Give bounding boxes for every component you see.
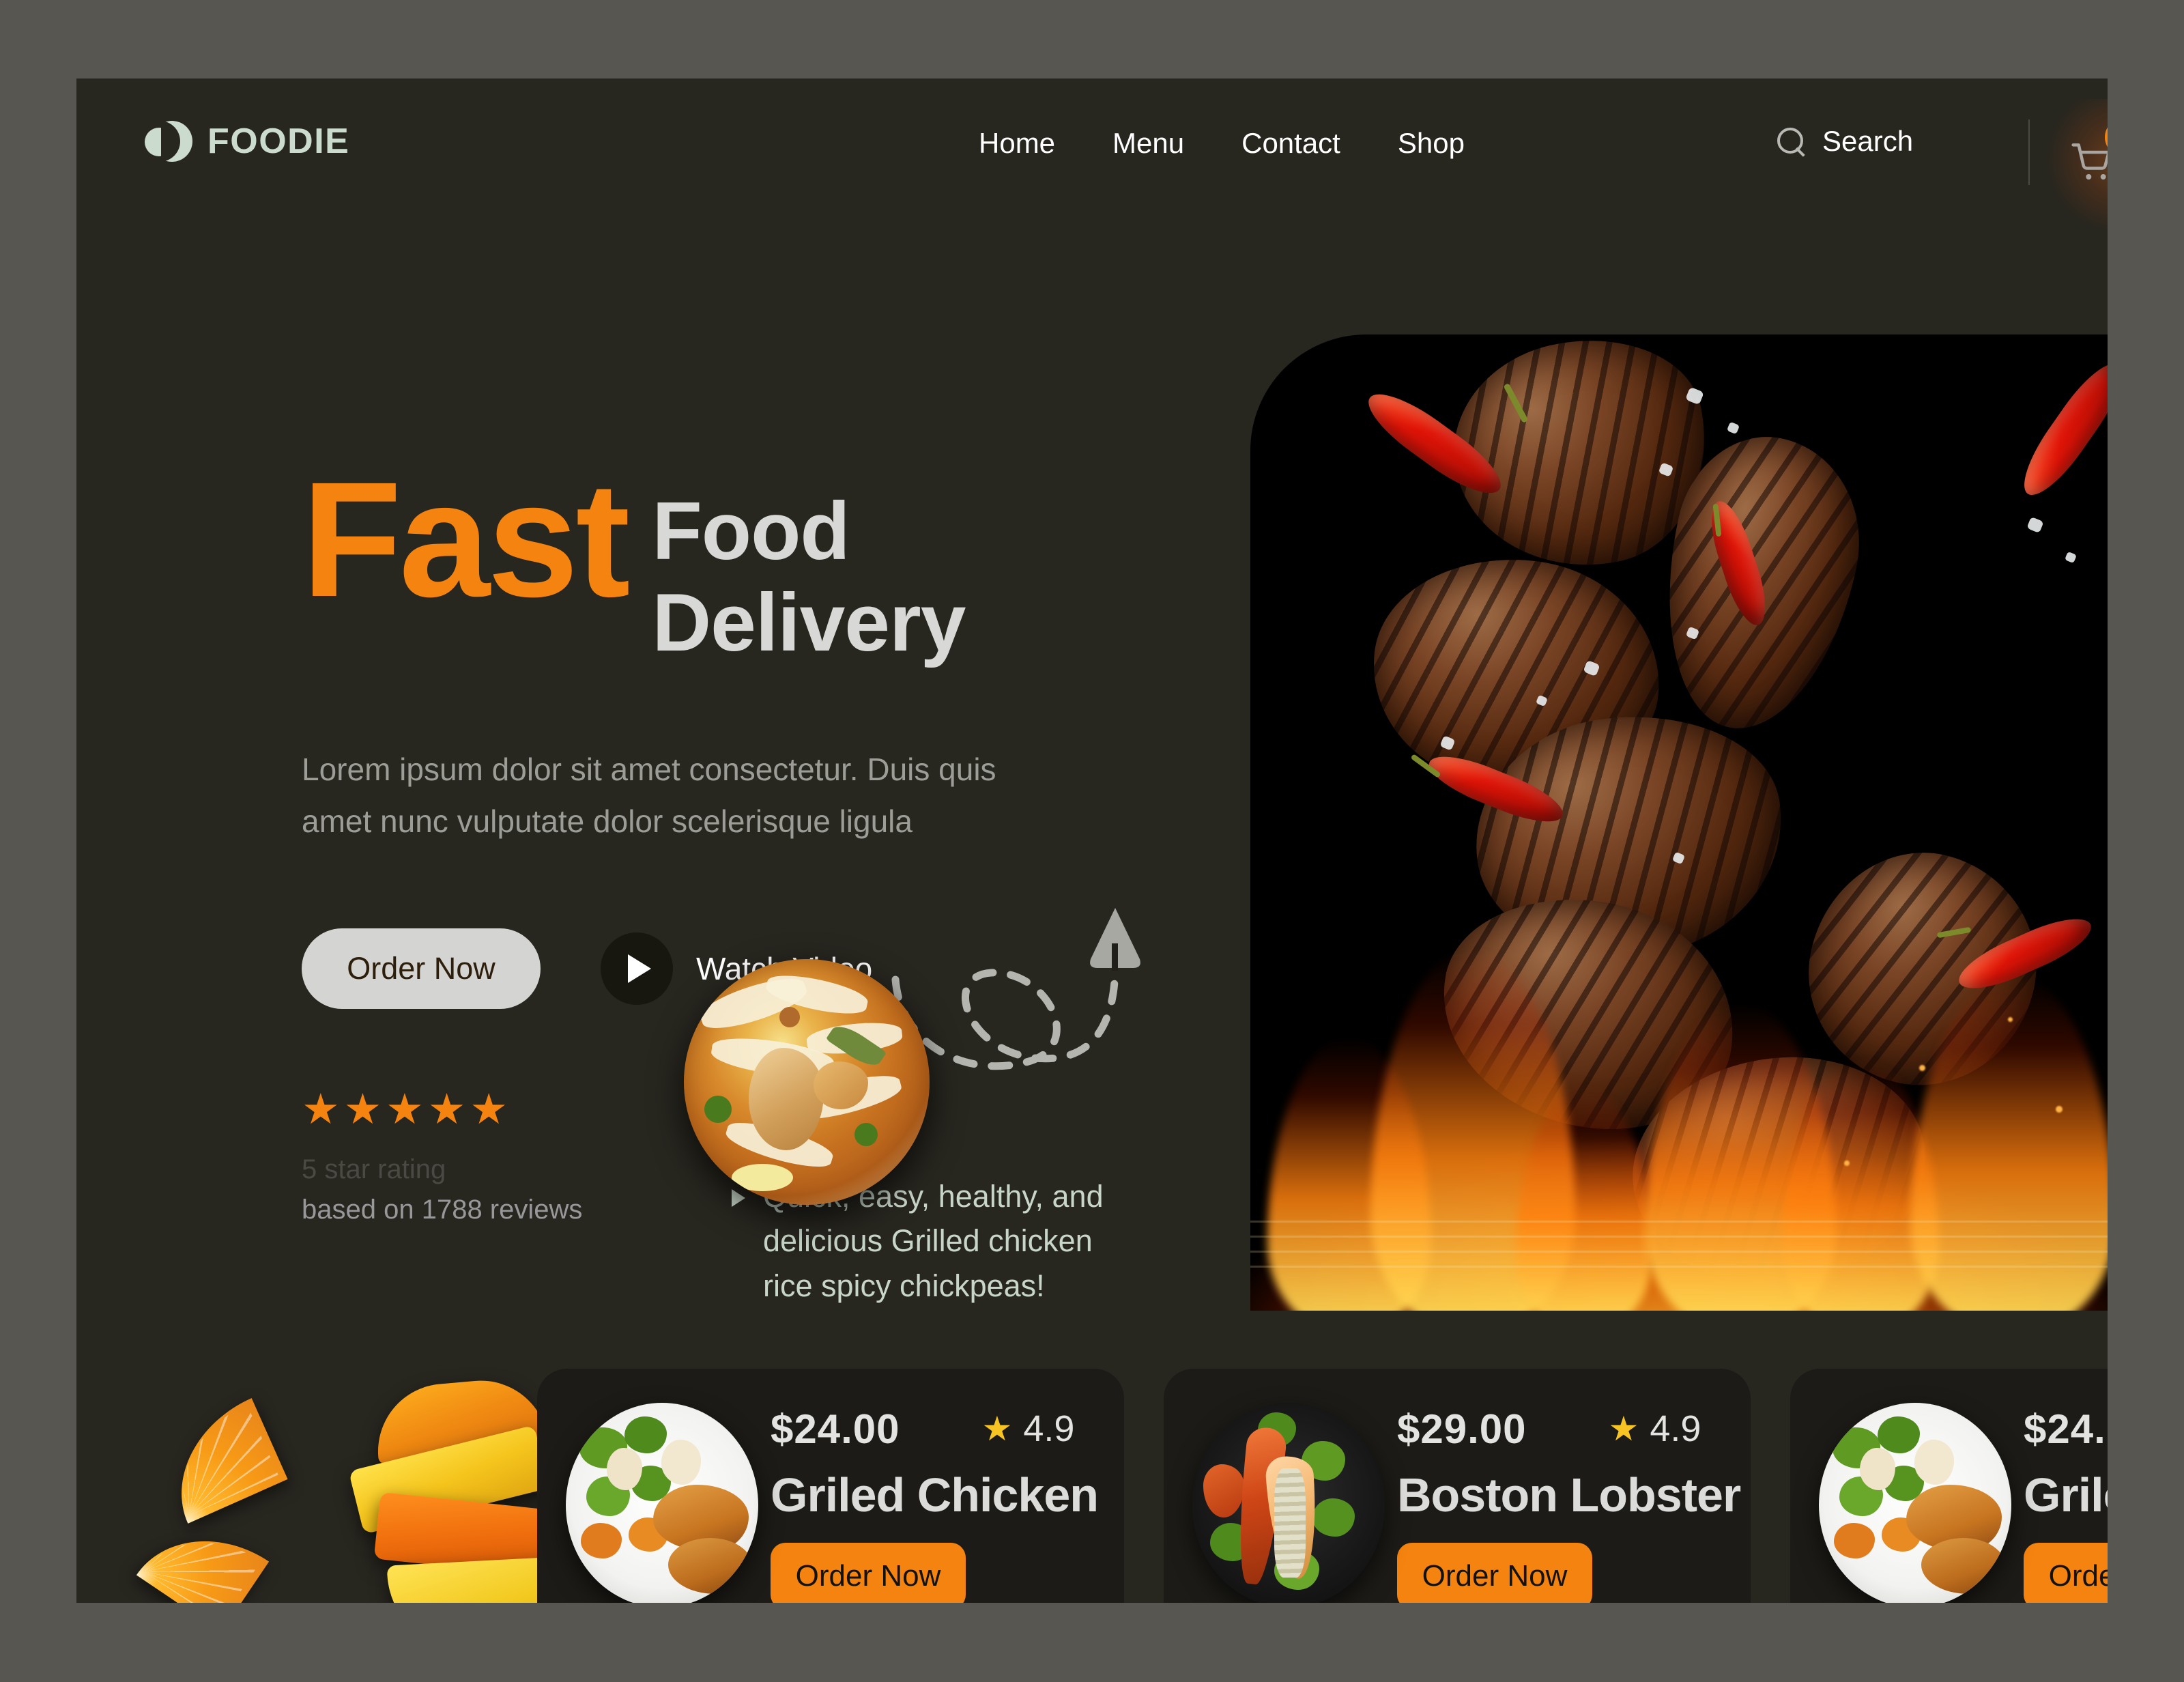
biryani-bowl-image [684, 959, 930, 1205]
product-price: $24.00 [771, 1406, 900, 1452]
star-icon: ★ [981, 1410, 1013, 1448]
brand-name: FOODIE [207, 122, 350, 161]
rating-block: ★★★★★ 5 star rating based on 1788 review… [302, 1089, 582, 1225]
brand-logo[interactable]: FOODIE [145, 121, 349, 162]
nav-item-home[interactable]: Home [950, 125, 1084, 162]
product-image [1819, 1403, 2011, 1603]
product-image [1192, 1403, 1385, 1603]
search-label: Search [1822, 125, 1914, 157]
product-image [566, 1403, 758, 1603]
site-header: FOODIE Home Menu Contact Shop Search 2 [76, 79, 2108, 236]
rating-stars: ★★★★★ [302, 1086, 512, 1133]
product-price: $24.00 [2024, 1406, 2108, 1452]
header-divider [2028, 119, 2030, 185]
product-card[interactable]: $29.00 ★ 4.9 Boston Lobster Order Now [1164, 1369, 1751, 1603]
title-rest: Food Delivery [652, 485, 966, 669]
circle-crescent-icon [145, 121, 192, 162]
nav-item-shop[interactable]: Shop [1369, 125, 1493, 162]
hero-content: Fast Food Delivery Lorem ipsum dolor sit a… [302, 448, 1203, 1009]
product-card-list: $24.00 ★ 4.9 Griled Chicken Order Now $2… [537, 1369, 2108, 1603]
title-accent-word: Fast [302, 448, 630, 631]
landing-page: FOODIE Home Menu Contact Shop Search 2 [76, 79, 2108, 1603]
product-order-button[interactable]: Order Now [1397, 1542, 1592, 1603]
product-order-button[interactable]: Order Now [771, 1542, 966, 1603]
product-card[interactable]: $24.00 ★ 4.9 Griled C Order Now [1790, 1369, 2108, 1603]
citrus-decoration-image [136, 1355, 588, 1603]
order-now-button[interactable]: Order Now [302, 928, 541, 1009]
play-icon [601, 932, 673, 1005]
product-price: $29.00 [1397, 1406, 1527, 1452]
hero-lead-text: Lorem ipsum dolor sit amet consectetur. … [302, 751, 996, 839]
nav-item-menu[interactable]: Menu [1084, 125, 1213, 162]
product-order-button[interactable]: Order Now [2024, 1542, 2108, 1603]
triangle-bullet-icon [732, 1189, 745, 1207]
rating-label: 5 star rating [302, 1154, 446, 1184]
hero-food-image [1250, 334, 2108, 1311]
product-rating-value: 4.9 [1023, 1408, 1075, 1449]
main-nav: Home Menu Contact Shop [950, 125, 1493, 162]
rating-reviews: based on 1788 reviews [302, 1195, 583, 1225]
product-name: Boston Lobster [1397, 1468, 1741, 1522]
nav-item-contact[interactable]: Contact [1213, 125, 1369, 162]
star-icon: ★ [1608, 1410, 1639, 1448]
product-card[interactable]: $24.00 ★ 4.9 Griled Chicken Order Now [537, 1369, 1124, 1603]
shopping-cart-icon [2071, 143, 2108, 180]
product-rating: ★ 4.9 [1609, 1408, 1701, 1450]
product-name: Griled C [2024, 1468, 2108, 1522]
page-title: Fast Food Delivery [302, 448, 1203, 669]
search-control[interactable]: Search [1776, 125, 1913, 158]
search-icon [1776, 126, 1806, 156]
cart-button[interactable]: 2 [2042, 99, 2108, 236]
product-name: Griled Chicken [771, 1468, 1099, 1522]
product-rating: ★ 4.9 [982, 1408, 1075, 1450]
title-line-2: Delivery [652, 577, 966, 669]
product-rating-value: 4.9 [1650, 1408, 1701, 1449]
title-line-1: Food [652, 485, 850, 577]
